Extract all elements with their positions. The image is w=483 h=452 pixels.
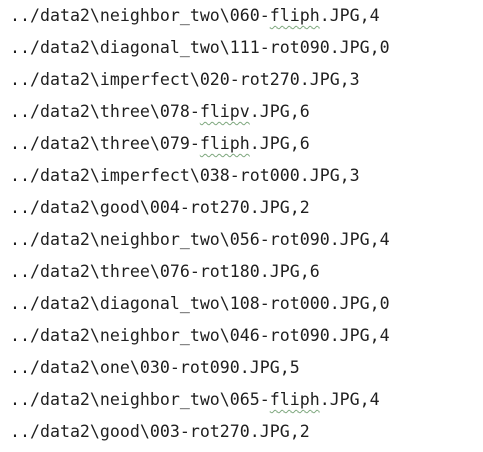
line-text: ../data2\neighbor_two\046-rot090.JPG,4 — [10, 326, 390, 345]
text-line[interactable]: ../data2\diagonal_two\111-rot090.JPG,0 — [10, 32, 390, 64]
text-line[interactable]: ../data2\three\076-rot180.JPG,6 — [10, 256, 320, 288]
text-line[interactable]: ../data2\diagonal_two\108-rot000.JPG,0 — [10, 288, 390, 320]
text-line[interactable]: ../data2\neighbor_two\065-fliph.JPG,4 — [10, 384, 380, 416]
spellcheck-word: flipv — [199, 102, 250, 121]
text-line[interactable]: ../data2\three\079-fliph.JPG,6 — [10, 128, 310, 160]
text-line[interactable]: ../data2\imperfect\020-rot270.JPG,3 — [10, 64, 360, 96]
line-text: ../data2\good\004-rot270.JPG,2 — [10, 198, 310, 217]
line-text: .JPG,6 — [249, 102, 310, 121]
text-line[interactable]: ../data2\neighbor_two\046-rot090.JPG,4 — [10, 320, 390, 352]
line-text: ../data2\diagonal_two\111-rot090.JPG,0 — [10, 38, 390, 57]
spellcheck-word: fliph — [269, 6, 320, 25]
line-text: ../data2\neighbor_two\060- — [10, 6, 270, 25]
line-text: ../data2\imperfect\020-rot270.JPG,3 — [10, 70, 360, 89]
text-line[interactable]: ../data2\good\004-rot270.JPG,2 — [10, 192, 310, 224]
line-text: .JPG,6 — [249, 134, 310, 153]
line-text: ../data2\diagonal_two\108-rot000.JPG,0 — [10, 294, 390, 313]
line-text: ../data2\good\003-rot270.JPG,2 — [10, 422, 310, 441]
text-line[interactable]: ../data2\one\030-rot090.JPG,5 — [10, 352, 300, 384]
spellcheck-word: fliph — [199, 134, 250, 153]
line-text: .JPG,4 — [319, 6, 380, 25]
spellcheck-word: fliph — [269, 390, 320, 409]
text-line[interactable]: ../data2\neighbor_two\056-rot090.JPG,4 — [10, 224, 390, 256]
line-text: ../data2\three\078- — [10, 102, 200, 121]
line-text: ../data2\neighbor_two\065- — [10, 390, 270, 409]
line-text: .JPG,4 — [319, 390, 380, 409]
text-editor[interactable]: ../data2\neighbor_two\060-fliph.JPG,4 ..… — [0, 0, 483, 452]
text-line[interactable]: ../data2\three\078-flipv.JPG,6 — [10, 96, 310, 128]
text-line[interactable]: ../data2\neighbor_two\060-fliph.JPG,4 — [10, 0, 380, 32]
text-line[interactable]: ../data2\imperfect\038-rot000.JPG,3 — [10, 160, 360, 192]
line-text: ../data2\three\076-rot180.JPG,6 — [10, 262, 320, 281]
line-text: ../data2\imperfect\038-rot000.JPG,3 — [10, 166, 360, 185]
text-line[interactable]: ../data2\good\003-rot270.JPG,2 — [10, 416, 310, 448]
line-text: ../data2\one\030-rot090.JPG,5 — [10, 358, 300, 377]
line-text: ../data2\three\079- — [10, 134, 200, 153]
line-text: ../data2\neighbor_two\056-rot090.JPG,4 — [10, 230, 390, 249]
